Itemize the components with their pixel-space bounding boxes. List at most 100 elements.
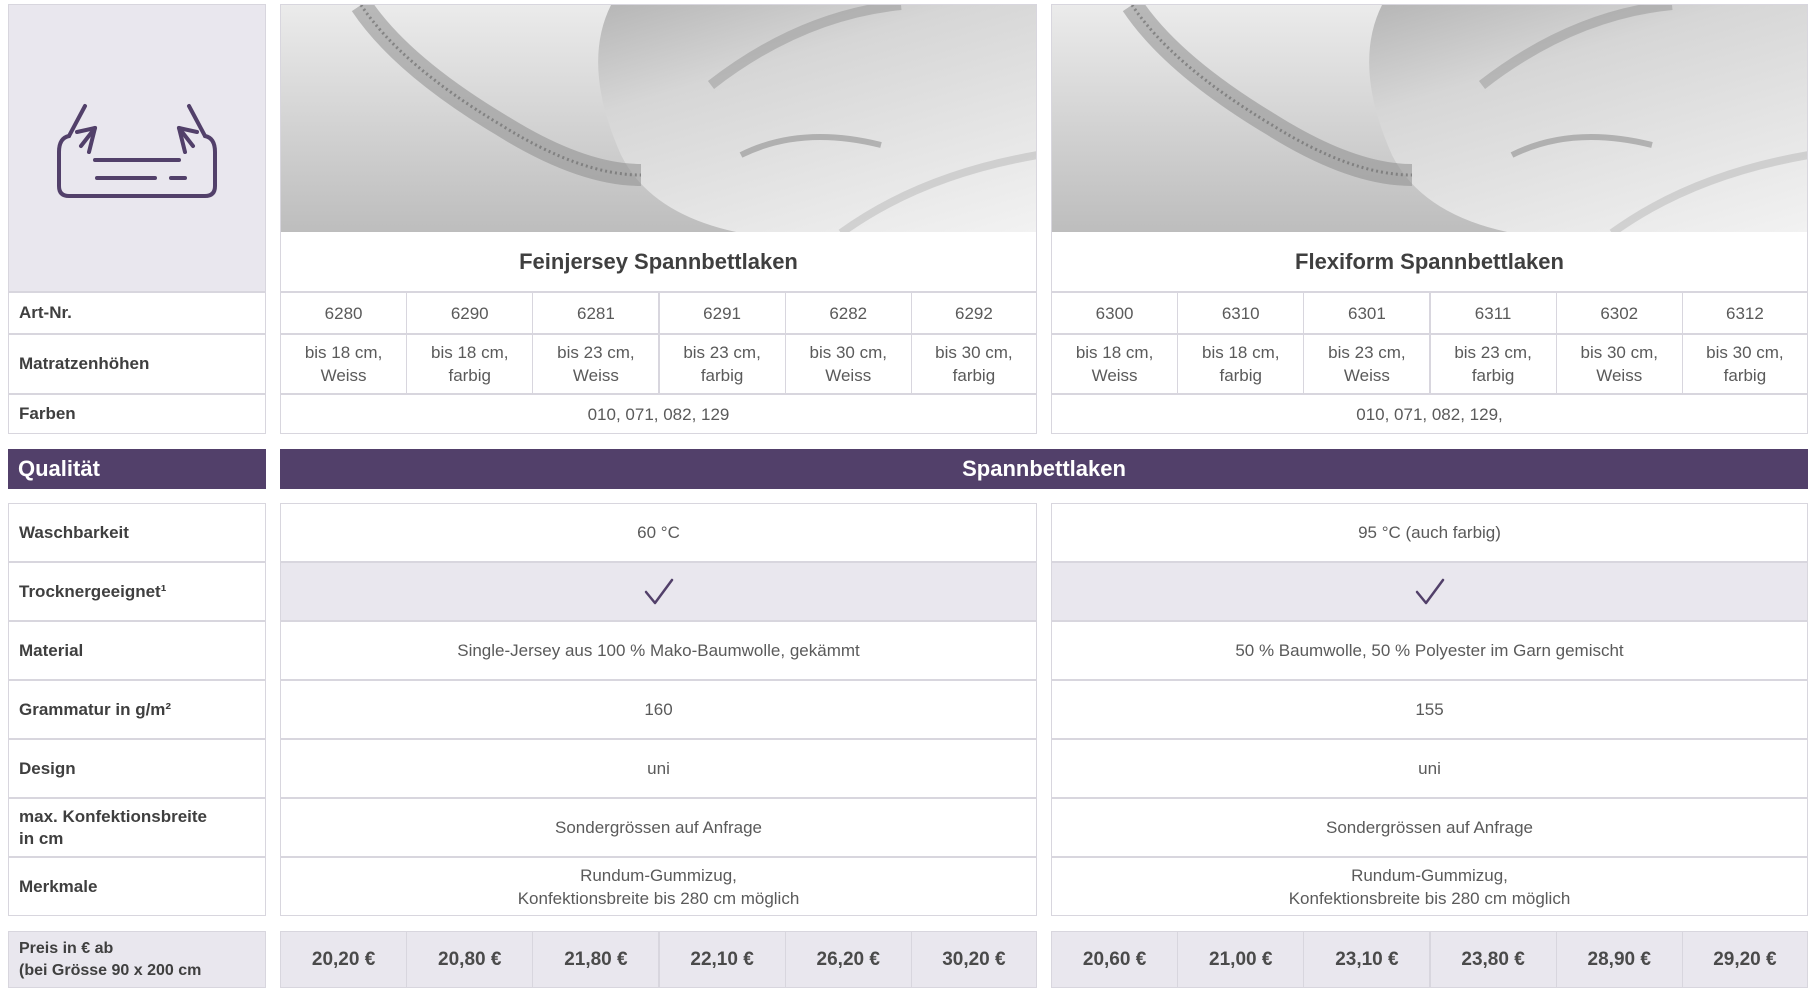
trocknergeeignet-feinjersey [280, 562, 1037, 621]
product-title-feinjersey: Feinjersey Spannbettlaken [280, 232, 1037, 292]
material-feinjersey: Single-Jersey aus 100 % Mako-Baumwolle, … [280, 621, 1037, 680]
label-material: Material [8, 621, 266, 680]
farben-value-feinjersey: 010, 071, 082, 129 [280, 394, 1037, 434]
matratzenhoehe-color: farbig [700, 366, 744, 385]
art-nr-feinjersey: 6292 [910, 292, 1037, 334]
price-flexiform: 29,20 € [1681, 931, 1808, 988]
merkmale-feinjersey: Rundum-Gummizug, Konfektionsbreite bis 2… [280, 857, 1037, 916]
label-art-nr: Art-Nr. [8, 292, 266, 334]
matratzenhoehe-feinjersey: bis 18 cm, farbig [406, 334, 534, 394]
merkmale-flexiform-line1: Rundum-Gummizug, [1351, 865, 1508, 885]
art-nr-flexiform: 6311 [1429, 292, 1557, 334]
price-feinjersey: 21,80 € [532, 931, 660, 988]
price-flexiform: 21,00 € [1177, 931, 1305, 988]
grammatur-flexiform: 155 [1051, 680, 1808, 739]
label-farben: Farben [8, 394, 266, 434]
matratzenhoehe-size: bis 30 cm, [935, 343, 1013, 362]
matratzenhoehe-size: bis 30 cm, [1706, 343, 1784, 362]
matratzenhoehe-color: farbig [448, 366, 491, 385]
label-design: Design [8, 739, 266, 798]
checkmark-icon [1415, 578, 1444, 604]
matratzenhoehe-size: bis 30 cm, [1580, 343, 1658, 362]
label-preis-line2: (bei Grösse 90 x 200 cm [19, 961, 202, 979]
price-flexiform: 23,10 € [1303, 931, 1431, 988]
matratzenhoehe-color: Weiss [572, 366, 619, 385]
matratzenhoehe-color: Weiss [825, 366, 872, 385]
matratzenhoehe-size: bis 18 cm, [1075, 343, 1154, 362]
section-band-spannbettlaken: Spannbettlaken [280, 449, 1808, 489]
matratzenhoehe-feinjersey: bis 23 cm, farbig [658, 334, 786, 394]
checkmark-icon [644, 578, 673, 604]
label-waschbarkeit: Waschbarkeit [8, 503, 266, 562]
label-preis-line1: Preis in € ab [19, 939, 114, 957]
waschbarkeit-feinjersey: 60 °C [280, 503, 1037, 562]
art-nr-flexiform: 6302 [1555, 292, 1683, 334]
matratzenhoehe-flexiform: bis 18 cm, Weiss [1051, 334, 1179, 394]
matratzenhoehe-color: farbig [1219, 366, 1262, 385]
matratzenhoehe-color: Weiss [1091, 366, 1138, 385]
material-flexiform: 50 % Baumwolle, 50 % Polyester im Garn g… [1051, 621, 1808, 680]
label-grammatur: Grammatur in g/m² [8, 680, 266, 739]
price-flexiform: 28,90 € [1555, 931, 1683, 988]
matratzenhoehe-size: bis 23 cm, [1328, 343, 1406, 362]
matratzenhoehe-color: farbig [1723, 366, 1767, 385]
matratzenhoehe-size: bis 23 cm, [1454, 343, 1532, 362]
merkmale-feinjersey-line2: Konfektionsbreite bis 280 cm möglich [517, 888, 800, 908]
price-feinjersey: 20,20 € [280, 931, 408, 988]
matratzenhoehe-feinjersey: bis 30 cm, Weiss [784, 334, 912, 394]
konfektionsbreite-flexiform: Sondergrössen auf Anfrage [1051, 798, 1808, 857]
matratzenhoehe-flexiform: bis 18 cm, farbig [1177, 334, 1305, 394]
matratzenhoehe-color: farbig [1471, 366, 1515, 385]
matratzenhoehe-size: bis 18 cm, [304, 343, 383, 362]
matratzenhoehe-feinjersey: bis 30 cm, farbig [910, 334, 1037, 394]
matratzenhoehe-flexiform: bis 23 cm, Weiss [1303, 334, 1431, 394]
art-nr-feinjersey: 6282 [784, 292, 912, 334]
art-nr-feinjersey: 6281 [532, 292, 660, 334]
section-band-qualitaet: Qualität [8, 449, 266, 489]
matratzenhoehe-size: bis 18 cm, [430, 343, 509, 362]
matratzenhoehe-flexiform: bis 30 cm, farbig [1681, 334, 1808, 394]
merkmale-flexiform: Rundum-Gummizug, Konfektionsbreite bis 2… [1051, 857, 1808, 916]
waschbarkeit-flexiform: 95 °C (auch farbig) [1051, 503, 1808, 562]
product-photo-feinjersey [280, 4, 1037, 232]
matratzenhoehe-flexiform: bis 23 cm, farbig [1429, 334, 1557, 394]
price-flexiform: 20,60 € [1051, 931, 1179, 988]
label-konfektionsbreite-line1: max. Konfektionsbreite [19, 806, 207, 826]
art-nr-flexiform: 6300 [1051, 292, 1179, 334]
label-preis: Preis in € ab (bei Grösse 90 x 200 cm [8, 931, 266, 988]
art-nr-flexiform: 6301 [1303, 292, 1431, 334]
price-feinjersey: 20,80 € [406, 931, 534, 988]
section-label-qualitaet: Qualität [18, 456, 100, 481]
grammatur-feinjersey: 160 [280, 680, 1037, 739]
matratzenhoehe-color: Weiss [1343, 366, 1390, 385]
matratzenhoehe-color: Weiss [1596, 366, 1643, 385]
art-nr-feinjersey: 6291 [658, 292, 786, 334]
matratzenhoehe-color: farbig [952, 366, 996, 385]
matratzenhoehe-feinjersey: bis 18 cm, Weiss [280, 334, 408, 394]
section-title: Spannbettlaken [962, 456, 1126, 481]
fitted-mattress-icon [57, 104, 217, 198]
art-nr-flexiform: 6310 [1177, 292, 1305, 334]
label-konfektionsbreite-line2: in cm [19, 828, 64, 848]
price-feinjersey: 22,10 € [658, 931, 786, 988]
konfektionsbreite-feinjersey: Sondergrössen auf Anfrage [280, 798, 1037, 857]
farben-value-flexiform: 010, 071, 082, 129, [1051, 394, 1808, 434]
matratzenhoehe-size: bis 18 cm, [1201, 343, 1280, 362]
label-konfektionsbreite: max. Konfektionsbreite in cm [8, 798, 266, 857]
trocknergeeignet-flexiform [1051, 562, 1808, 621]
matratzenhoehe-color: Weiss [320, 366, 367, 385]
product-photo-flexiform [1051, 4, 1808, 232]
product-icon-panel [8, 4, 266, 292]
price-feinjersey: 26,20 € [784, 931, 912, 988]
matratzenhoehe-feinjersey: bis 23 cm, Weiss [532, 334, 660, 394]
price-flexiform: 23,80 € [1429, 931, 1557, 988]
matratzenhoehe-size: bis 23 cm, [557, 343, 635, 362]
matratzenhoehe-flexiform: bis 30 cm, Weiss [1555, 334, 1683, 394]
label-merkmale: Merkmale [8, 857, 266, 916]
label-matratzenhoehen: Matratzenhöhen [8, 334, 266, 394]
matratzenhoehe-size: bis 30 cm, [809, 343, 887, 362]
art-nr-feinjersey: 6290 [406, 292, 534, 334]
design-feinjersey: uni [280, 739, 1037, 798]
merkmale-flexiform-line2: Konfektionsbreite bis 280 cm möglich [1288, 888, 1571, 908]
matratzenhoehe-size: bis 23 cm, [683, 343, 761, 362]
